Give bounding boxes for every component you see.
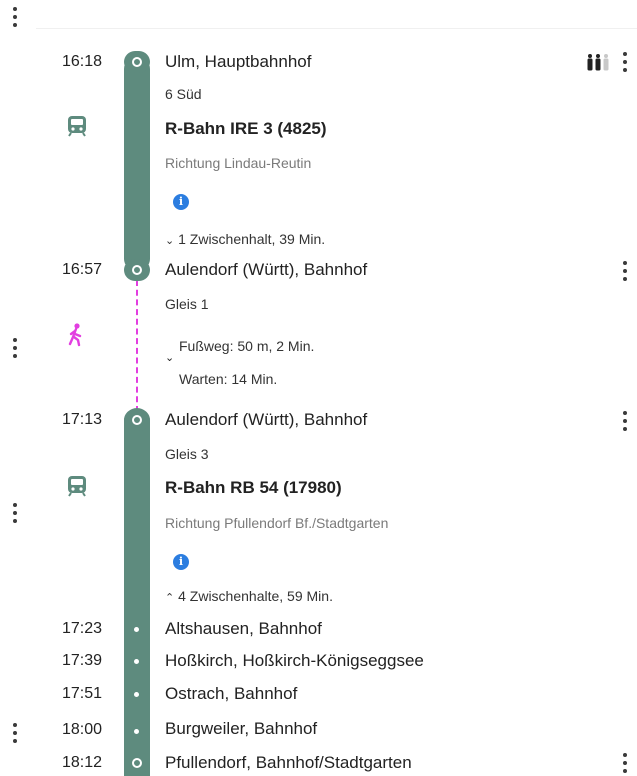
stop-node	[124, 51, 150, 73]
intermediate-time: 17:23	[62, 620, 103, 637]
train-icon	[66, 475, 88, 502]
walk-path-line	[136, 280, 138, 412]
intermediate-stops-toggle[interactable]: ⌄ 1 Zwischenhalt, 39 Min.	[165, 231, 325, 247]
direction-label: Richtung Lindau-Reutin	[165, 155, 312, 171]
intermediate-stop-node	[134, 627, 139, 632]
departure-time: 17:13	[62, 411, 103, 428]
intermediate-stop-node	[134, 692, 139, 697]
departure-stop[interactable]: Aulendorf (Württ), Bahnhof	[165, 410, 367, 430]
intermediate-stop[interactable]: Burgweiler, Bahnhof	[165, 719, 317, 739]
more-menu-icon[interactable]	[12, 7, 18, 27]
intermediate-stop-node	[134, 659, 139, 664]
intermediate-time: 17:51	[62, 685, 103, 702]
intermediate-stops-label: 1 Zwischenhalt, 39 Min.	[178, 231, 326, 247]
platform-label: Gleis 3	[165, 446, 209, 462]
intermediate-stop-node	[134, 729, 139, 734]
intermediate-stops-toggle[interactable]: ⌃ 4 Zwischenhalte, 59 Min.	[165, 588, 333, 604]
departure-more-menu-icon[interactable]	[622, 52, 628, 72]
chevron-down-icon: ⌄	[165, 352, 175, 364]
stop-node	[124, 752, 150, 774]
arrival-stop[interactable]: Pfullendorf, Bahnhof/Stadtgarten	[165, 753, 412, 773]
departure-time: 16:18	[62, 53, 103, 70]
route-line-second	[124, 408, 150, 776]
divider	[36, 28, 637, 29]
intermediate-time: 18:00	[62, 721, 103, 738]
train-icon	[66, 115, 88, 142]
stop-more-menu-icon[interactable]	[12, 723, 18, 743]
info-icon[interactable]: i	[173, 194, 189, 210]
train-name[interactable]: R-Bahn RB 54 (17980)	[165, 478, 342, 498]
stop-node	[124, 409, 150, 431]
info-icon[interactable]: i	[173, 554, 189, 570]
chevron-up-icon: ⌃	[165, 592, 175, 604]
arrival-platform-label: Gleis 1	[165, 296, 209, 312]
arrival-time: 18:12	[62, 754, 103, 771]
walk-distance: Fußweg: 50 m, 2 Min.	[179, 338, 315, 354]
segment-more-menu-icon[interactable]	[12, 503, 18, 523]
intermediate-time: 17:39	[62, 652, 103, 669]
stop-node	[124, 259, 150, 281]
intermediate-stop[interactable]: Hoßkirch, Hoßkirch-Königseggsee	[165, 651, 424, 671]
intermediate-stops-label: 4 Zwischenhalte, 59 Min.	[178, 588, 333, 604]
walk-wait: Warten: 14 Min.	[179, 371, 278, 387]
intermediate-stop[interactable]: Ostrach, Bahnhof	[165, 684, 297, 704]
departure-stop[interactable]: Ulm, Hauptbahnhof	[165, 52, 311, 72]
arrival-more-menu-icon[interactable]	[622, 261, 628, 281]
walk-more-menu-icon[interactable]	[12, 338, 18, 358]
arrival-time: 16:57	[62, 261, 103, 278]
walking-person-icon	[66, 323, 86, 352]
departure-more-menu-icon[interactable]	[622, 411, 628, 431]
intermediate-stop[interactable]: Altshausen, Bahnhof	[165, 619, 322, 639]
route-line-first	[124, 56, 150, 270]
direction-label: Richtung Pfullendorf Bf./Stadtgarten	[165, 515, 389, 531]
occupancy-icon	[586, 53, 612, 76]
platform-label: 6 Süd	[165, 86, 202, 102]
arrival-stop[interactable]: Aulendorf (Württ), Bahnhof	[165, 260, 367, 280]
chevron-down-icon: ⌄	[165, 235, 175, 247]
arrival-more-menu-icon[interactable]	[622, 753, 628, 773]
train-name[interactable]: R-Bahn IRE 3 (4825)	[165, 119, 327, 139]
